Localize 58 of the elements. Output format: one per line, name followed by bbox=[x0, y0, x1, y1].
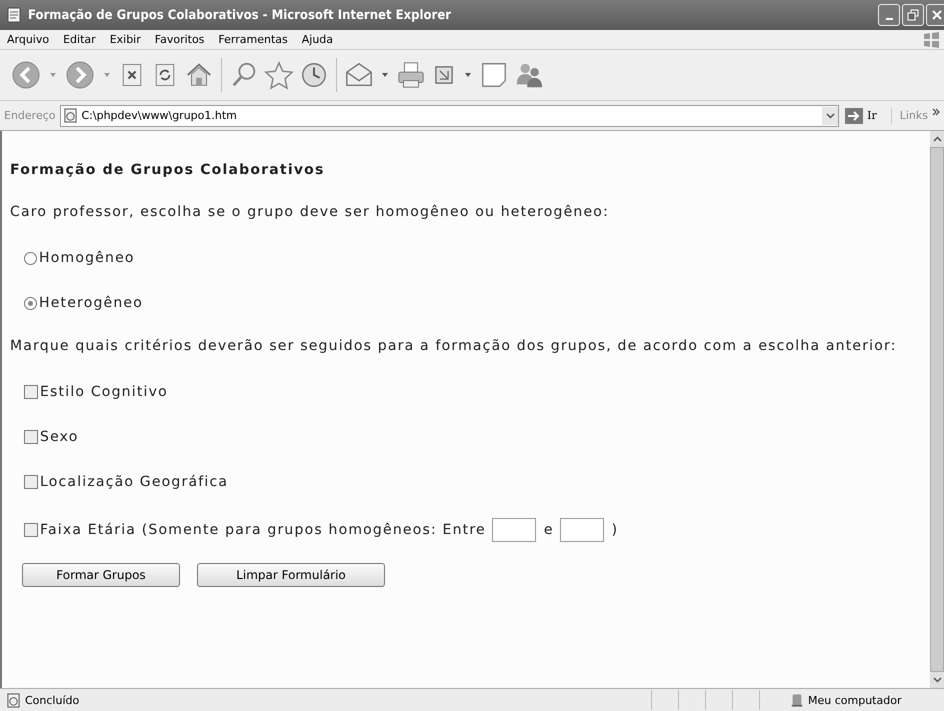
menu-item[interactable]: Ferramentas bbox=[211, 33, 295, 46]
page-heading: Formação de Grupos Colaborativos bbox=[10, 162, 326, 180]
note-icon[interactable] bbox=[479, 60, 509, 90]
zone-label: Meu computador bbox=[808, 694, 902, 706]
radio-button[interactable] bbox=[24, 296, 37, 310]
history-icon[interactable] bbox=[299, 60, 329, 90]
radio-option[interactable]: Heterogêneo bbox=[10, 293, 922, 313]
close-button[interactable] bbox=[926, 4, 944, 26]
checkbox-label: Sexo bbox=[40, 429, 78, 445]
minimize-button[interactable] bbox=[878, 4, 900, 26]
address-label: Endereço bbox=[4, 109, 56, 122]
window-title: Formação de Grupos Colaborativos - Microsoft Internet Explorer bbox=[28, 8, 452, 22]
form-button[interactable]: Formar Grupos bbox=[22, 563, 180, 587]
back-icon[interactable] bbox=[10, 59, 42, 91]
minimize-icon bbox=[886, 18, 892, 20]
close-icon bbox=[931, 9, 943, 21]
input-field[interactable] bbox=[560, 518, 604, 542]
computer-icon bbox=[790, 692, 804, 708]
chevron-down-icon bbox=[826, 112, 835, 118]
page-icon bbox=[62, 108, 78, 123]
page-icon bbox=[6, 692, 21, 708]
scrollbar[interactable] bbox=[930, 131, 944, 688]
scroll-up-icon[interactable] bbox=[932, 136, 942, 142]
input-field[interactable] bbox=[492, 518, 536, 542]
arrow-right-icon bbox=[845, 108, 864, 124]
scroll-down-icon[interactable] bbox=[932, 677, 942, 683]
form-button[interactable]: Limpar Formulário bbox=[197, 563, 385, 587]
restore-button[interactable] bbox=[902, 4, 924, 26]
radio-button[interactable] bbox=[24, 252, 37, 264]
separator-text: e bbox=[544, 522, 554, 538]
radio-option[interactable]: Homogêneo bbox=[10, 248, 922, 268]
closing-text: ) bbox=[612, 522, 618, 538]
intro-text: Caro professor, escolha se o grupo deve ser homogêneo ou heterogêneo: bbox=[10, 204, 610, 222]
forward-icon[interactable] bbox=[64, 59, 96, 91]
checkbox[interactable] bbox=[24, 475, 38, 489]
menu-item[interactable]: Editar bbox=[56, 33, 103, 46]
page-icon bbox=[6, 7, 22, 23]
status-message: Concluído bbox=[25, 694, 80, 706]
restore-icon bbox=[907, 9, 919, 21]
address-field[interactable]: C:\phpdev\www\grupo1.htm bbox=[60, 104, 840, 126]
menu-item[interactable]: Favoritos bbox=[148, 33, 212, 46]
checkbox[interactable] bbox=[24, 385, 38, 399]
checkbox[interactable] bbox=[24, 430, 38, 444]
caret-icon[interactable] bbox=[382, 73, 388, 77]
printer-icon[interactable] bbox=[396, 60, 426, 90]
star-icon[interactable] bbox=[264, 60, 294, 90]
checkbox-label: Estilo Cognitivo bbox=[40, 384, 168, 400]
menu-item[interactable]: Exibir bbox=[102, 33, 148, 46]
menu-item[interactable]: Ajuda bbox=[294, 33, 340, 46]
go-button[interactable]: Ir bbox=[843, 108, 892, 124]
caret-icon[interactable] bbox=[465, 73, 471, 77]
checkbox-label: Faixa Etária (Somente para grupos homogêneos: Entre bbox=[40, 522, 486, 538]
chevron-icon[interactable] bbox=[932, 108, 940, 116]
criteria-prompt: Marque quais critérios deverão ser seguidos para a formação dos grupos, de acordo com a escolha anterior: bbox=[10, 338, 898, 356]
checkbox-label: Localização Geográfica bbox=[40, 474, 228, 490]
checkbox[interactable] bbox=[24, 523, 38, 537]
menu-item[interactable]: Arquivo bbox=[0, 33, 56, 46]
dropdown-button[interactable] bbox=[822, 106, 838, 124]
